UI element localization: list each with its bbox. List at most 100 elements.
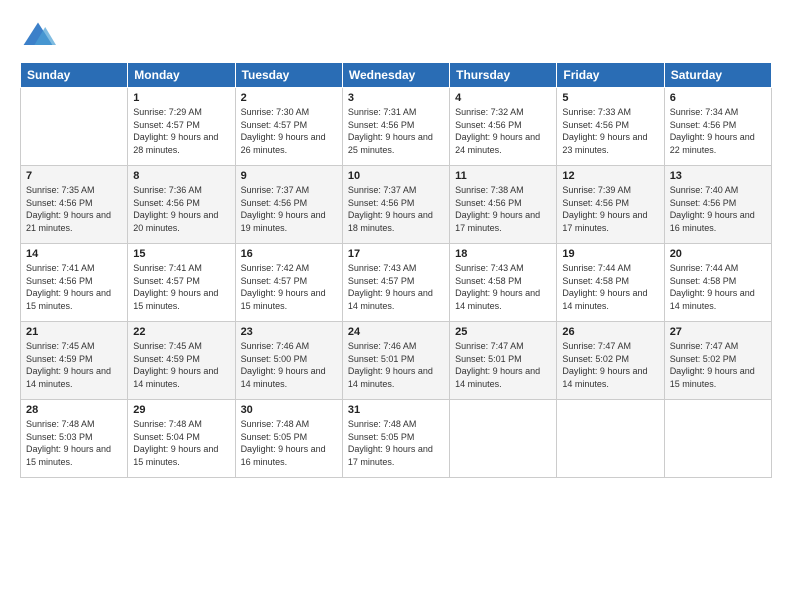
calendar-cell: 27 Sunrise: 7:47 AM Sunset: 5:02 PM Dayli… xyxy=(664,322,771,400)
day-info: Sunrise: 7:47 AM Sunset: 5:02 PM Dayligh… xyxy=(670,340,766,390)
day-info: Sunrise: 7:43 AM Sunset: 4:58 PM Dayligh… xyxy=(455,262,551,312)
calendar-cell: 28 Sunrise: 7:48 AM Sunset: 5:03 PM Dayli… xyxy=(21,400,128,478)
day-info: Sunrise: 7:45 AM Sunset: 4:59 PM Dayligh… xyxy=(26,340,122,390)
calendar-cell: 23 Sunrise: 7:46 AM Sunset: 5:00 PM Dayli… xyxy=(235,322,342,400)
calendar-cell: 4 Sunrise: 7:32 AM Sunset: 4:56 PM Daylig… xyxy=(450,88,557,166)
day-info: Sunrise: 7:29 AM Sunset: 4:57 PM Dayligh… xyxy=(133,106,229,156)
calendar-header-row: SundayMondayTuesdayWednesdayThursdayFrid… xyxy=(21,63,772,88)
day-number: 8 xyxy=(133,170,229,182)
header xyxy=(20,18,772,54)
day-info: Sunrise: 7:47 AM Sunset: 5:01 PM Dayligh… xyxy=(455,340,551,390)
calendar-week-3: 14Sunrise: 7:41 AM Sunset: 4:56 PM Dayli… xyxy=(21,244,772,322)
page: SundayMondayTuesdayWednesdayThursdayFrid… xyxy=(0,0,792,612)
day-info: Sunrise: 7:37 AM Sunset: 4:56 PM Dayligh… xyxy=(241,184,337,234)
day-number: 31 xyxy=(348,404,444,416)
calendar-cell: 1Sunrise: 7:29 AM Sunset: 4:57 PM Daylig… xyxy=(128,88,235,166)
day-info: Sunrise: 7:46 AM Sunset: 5:01 PM Dayligh… xyxy=(348,340,444,390)
calendar-header-tuesday: Tuesday xyxy=(235,63,342,88)
day-number: 4 xyxy=(455,92,551,104)
day-info: Sunrise: 7:42 AM Sunset: 4:57 PM Dayligh… xyxy=(241,262,337,312)
calendar-cell: 3 Sunrise: 7:31 AM Sunset: 4:56 PM Daylig… xyxy=(342,88,449,166)
calendar-cell: 22 Sunrise: 7:45 AM Sunset: 4:59 PM Dayli… xyxy=(128,322,235,400)
day-info: Sunrise: 7:30 AM Sunset: 4:57 PM Dayligh… xyxy=(241,106,337,156)
day-number: 2 xyxy=(241,92,337,104)
calendar-cell: 5Sunrise: 7:33 AM Sunset: 4:56 PM Daylig… xyxy=(557,88,664,166)
day-info: Sunrise: 7:44 AM Sunset: 4:58 PM Dayligh… xyxy=(670,262,766,312)
day-number: 29 xyxy=(133,404,229,416)
day-number: 27 xyxy=(670,326,766,338)
day-info: Sunrise: 7:33 AM Sunset: 4:56 PM Dayligh… xyxy=(562,106,658,156)
calendar-cell: 12Sunrise: 7:39 AM Sunset: 4:56 PM Dayli… xyxy=(557,166,664,244)
day-info: Sunrise: 7:34 AM Sunset: 4:56 PM Dayligh… xyxy=(670,106,766,156)
calendar-week-5: 28 Sunrise: 7:48 AM Sunset: 5:03 PM Dayli… xyxy=(21,400,772,478)
calendar-header-wednesday: Wednesday xyxy=(342,63,449,88)
day-info: Sunrise: 7:47 AM Sunset: 5:02 PM Dayligh… xyxy=(562,340,658,390)
day-number: 24 xyxy=(348,326,444,338)
calendar-cell: 18Sunrise: 7:43 AM Sunset: 4:58 PM Dayli… xyxy=(450,244,557,322)
calendar-cell xyxy=(450,400,557,478)
calendar-cell xyxy=(664,400,771,478)
day-number: 17 xyxy=(348,248,444,260)
calendar-header-thursday: Thursday xyxy=(450,63,557,88)
day-info: Sunrise: 7:44 AM Sunset: 4:58 PM Dayligh… xyxy=(562,262,658,312)
calendar-cell: 31 Sunrise: 7:48 AM Sunset: 5:05 PM Dayli… xyxy=(342,400,449,478)
calendar-cell xyxy=(21,88,128,166)
calendar-cell xyxy=(557,400,664,478)
day-number: 3 xyxy=(348,92,444,104)
calendar-header-sunday: Sunday xyxy=(21,63,128,88)
calendar-cell: 13Sunrise: 7:40 AM Sunset: 4:56 PM Dayli… xyxy=(664,166,771,244)
day-info: Sunrise: 7:36 AM Sunset: 4:56 PM Dayligh… xyxy=(133,184,229,234)
calendar-cell: 30 Sunrise: 7:48 AM Sunset: 5:05 PM Dayli… xyxy=(235,400,342,478)
calendar-cell: 21 Sunrise: 7:45 AM Sunset: 4:59 PM Dayli… xyxy=(21,322,128,400)
calendar-week-2: 7 Sunrise: 7:35 AM Sunset: 4:56 PM Daylig… xyxy=(21,166,772,244)
day-info: Sunrise: 7:37 AM Sunset: 4:56 PM Dayligh… xyxy=(348,184,444,234)
calendar-table: SundayMondayTuesdayWednesdayThursdayFrid… xyxy=(20,62,772,478)
day-info: Sunrise: 7:46 AM Sunset: 5:00 PM Dayligh… xyxy=(241,340,337,390)
calendar-cell: 11 Sunrise: 7:38 AM Sunset: 4:56 PM Dayli… xyxy=(450,166,557,244)
calendar-cell: 26 Sunrise: 7:47 AM Sunset: 5:02 PM Dayli… xyxy=(557,322,664,400)
day-info: Sunrise: 7:38 AM Sunset: 4:56 PM Dayligh… xyxy=(455,184,551,234)
calendar-cell: 9 Sunrise: 7:37 AM Sunset: 4:56 PM Daylig… xyxy=(235,166,342,244)
calendar-cell: 17 Sunrise: 7:43 AM Sunset: 4:57 PM Dayli… xyxy=(342,244,449,322)
day-number: 26 xyxy=(562,326,658,338)
calendar-cell: 10 Sunrise: 7:37 AM Sunset: 4:56 PM Dayli… xyxy=(342,166,449,244)
day-number: 23 xyxy=(241,326,337,338)
day-info: Sunrise: 7:35 AM Sunset: 4:56 PM Dayligh… xyxy=(26,184,122,234)
day-info: Sunrise: 7:48 AM Sunset: 5:04 PM Dayligh… xyxy=(133,418,229,468)
day-info: Sunrise: 7:43 AM Sunset: 4:57 PM Dayligh… xyxy=(348,262,444,312)
day-number: 21 xyxy=(26,326,122,338)
calendar-header-saturday: Saturday xyxy=(664,63,771,88)
calendar-cell: 24 Sunrise: 7:46 AM Sunset: 5:01 PM Dayli… xyxy=(342,322,449,400)
day-info: Sunrise: 7:48 AM Sunset: 5:05 PM Dayligh… xyxy=(348,418,444,468)
day-number: 10 xyxy=(348,170,444,182)
day-number: 30 xyxy=(241,404,337,416)
calendar-week-4: 21 Sunrise: 7:45 AM Sunset: 4:59 PM Dayli… xyxy=(21,322,772,400)
calendar-header-friday: Friday xyxy=(557,63,664,88)
day-info: Sunrise: 7:32 AM Sunset: 4:56 PM Dayligh… xyxy=(455,106,551,156)
day-info: Sunrise: 7:48 AM Sunset: 5:03 PM Dayligh… xyxy=(26,418,122,468)
calendar-week-1: 1Sunrise: 7:29 AM Sunset: 4:57 PM Daylig… xyxy=(21,88,772,166)
logo xyxy=(20,18,60,54)
day-info: Sunrise: 7:39 AM Sunset: 4:56 PM Dayligh… xyxy=(562,184,658,234)
day-info: Sunrise: 7:31 AM Sunset: 4:56 PM Dayligh… xyxy=(348,106,444,156)
day-number: 16 xyxy=(241,248,337,260)
day-number: 13 xyxy=(670,170,766,182)
calendar-cell: 16 Sunrise: 7:42 AM Sunset: 4:57 PM Dayli… xyxy=(235,244,342,322)
calendar-header-monday: Monday xyxy=(128,63,235,88)
calendar-cell: 2 Sunrise: 7:30 AM Sunset: 4:57 PM Daylig… xyxy=(235,88,342,166)
day-number: 22 xyxy=(133,326,229,338)
day-number: 11 xyxy=(455,170,551,182)
day-info: Sunrise: 7:45 AM Sunset: 4:59 PM Dayligh… xyxy=(133,340,229,390)
day-number: 9 xyxy=(241,170,337,182)
day-number: 6 xyxy=(670,92,766,104)
day-number: 19 xyxy=(562,248,658,260)
calendar-cell: 19 Sunrise: 7:44 AM Sunset: 4:58 PM Dayli… xyxy=(557,244,664,322)
calendar-cell: 6 Sunrise: 7:34 AM Sunset: 4:56 PM Daylig… xyxy=(664,88,771,166)
calendar-cell: 14Sunrise: 7:41 AM Sunset: 4:56 PM Dayli… xyxy=(21,244,128,322)
day-info: Sunrise: 7:41 AM Sunset: 4:56 PM Dayligh… xyxy=(26,262,122,312)
day-info: Sunrise: 7:48 AM Sunset: 5:05 PM Dayligh… xyxy=(241,418,337,468)
calendar-cell: 25Sunrise: 7:47 AM Sunset: 5:01 PM Dayli… xyxy=(450,322,557,400)
day-number: 7 xyxy=(26,170,122,182)
day-number: 28 xyxy=(26,404,122,416)
calendar-cell: 20Sunrise: 7:44 AM Sunset: 4:58 PM Dayli… xyxy=(664,244,771,322)
